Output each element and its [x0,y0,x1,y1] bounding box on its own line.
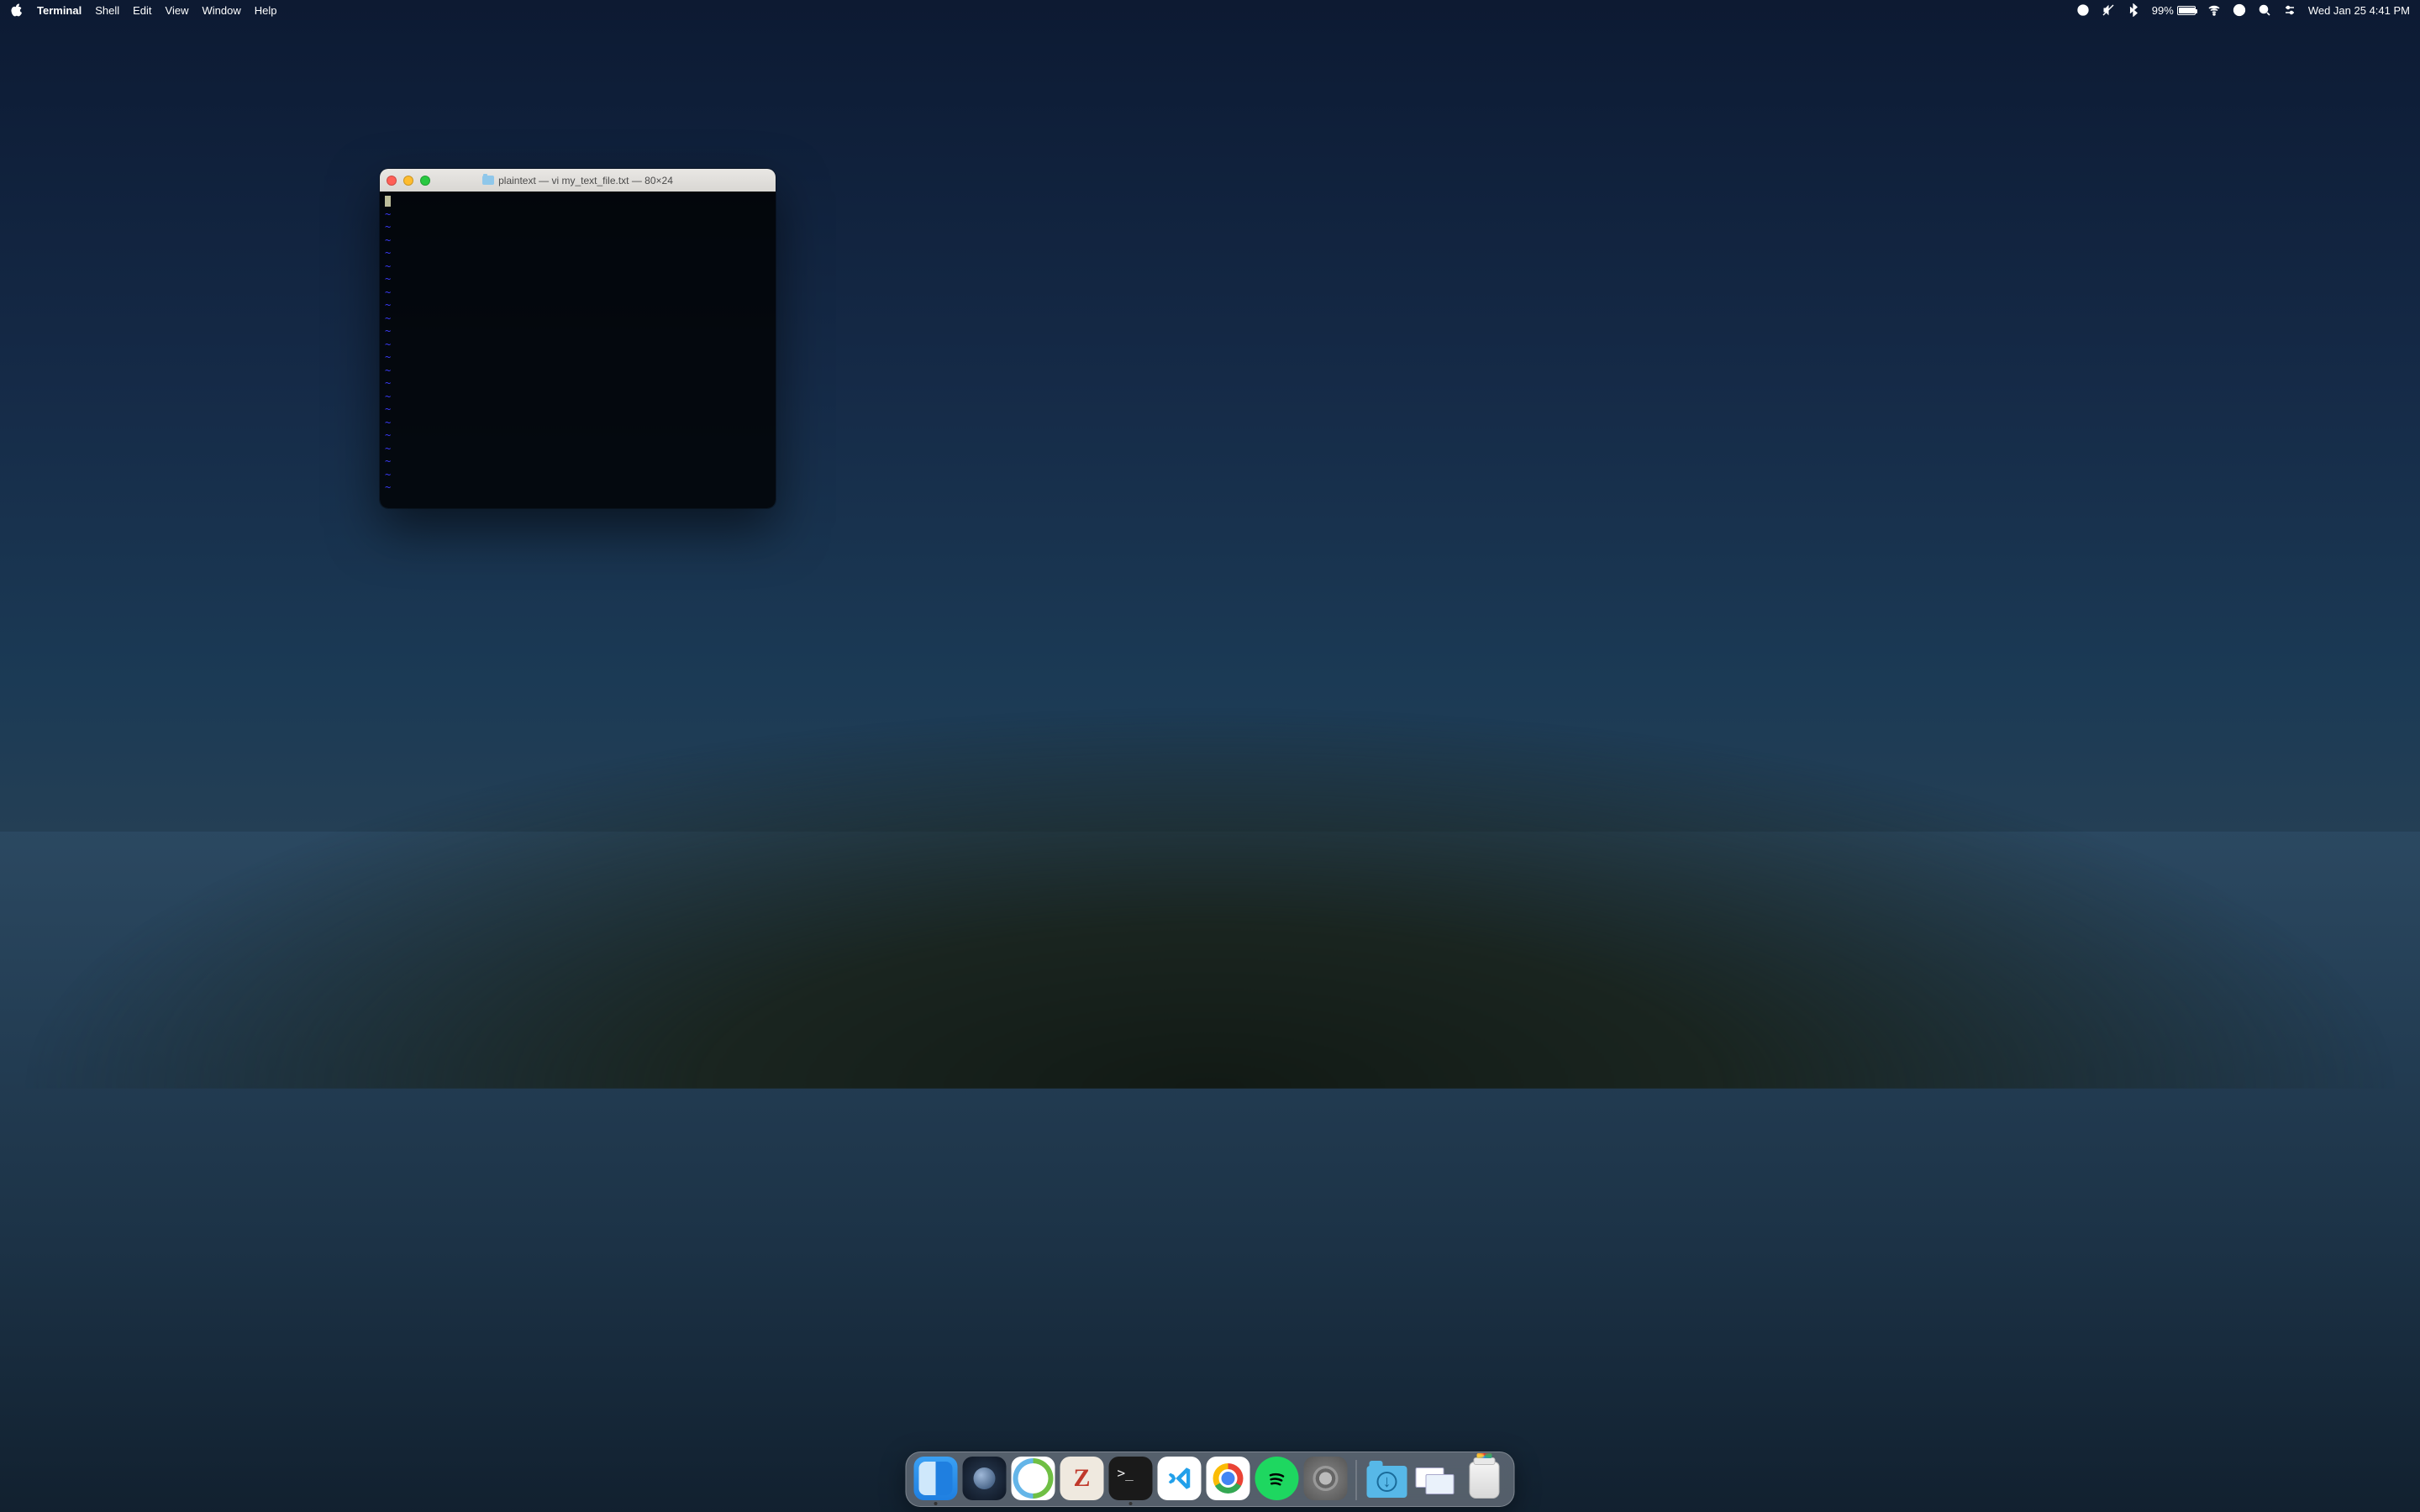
dock-recent-stack-icon[interactable] [1414,1457,1458,1500]
dock-downloads-folder-icon[interactable] [1365,1457,1409,1500]
terminal-title: plaintext — vi my_text_file.txt — 80×24 [380,175,776,186]
wallpaper-mountain [0,408,2420,1089]
vi-tilde-line: ~ [385,312,771,326]
vi-tilde-line: ~ [385,481,771,495]
vi-tilde-line: ~ [385,417,771,430]
bluetooth-icon[interactable] [2127,3,2140,17]
vi-tilde-line: ~ [385,273,771,286]
vi-tilde-line: ~ [385,391,771,404]
window-close-button[interactable] [387,176,397,186]
vi-tilde-line: ~ [385,455,771,469]
vi-tilde-line: ~ [385,234,771,248]
dock-separator [1356,1460,1357,1500]
vi-tilde-line: ~ [385,365,771,378]
spotlight-search-icon[interactable] [2258,3,2271,17]
control-center-icon[interactable] [2283,3,2296,17]
menu-edit[interactable]: Edit [133,4,151,17]
window-zoom-button[interactable] [420,176,430,186]
dock: Z [906,1452,1515,1507]
vi-tilde-line: ~ [385,299,771,312]
vi-tilde-line: ~ [385,403,771,417]
vi-empty-lines: ~~~~~~~~~~~~~~~~~~~~~~ [385,208,771,495]
vi-cursor [385,196,391,207]
sync-status-icon[interactable] [2076,3,2090,17]
terminal-window[interactable]: plaintext — vi my_text_file.txt — 80×24 … [380,169,776,508]
menubar: Terminal Shell Edit View Window Help 99% [0,0,2420,20]
vi-tilde-line: ~ [385,429,771,443]
user-icon[interactable] [2233,3,2246,17]
vi-tilde-line: ~ [385,325,771,339]
dock-vscode-icon[interactable] [1158,1457,1202,1500]
vi-tilde-line: ~ [385,260,771,274]
dock-system-preferences-icon[interactable] [1304,1457,1348,1500]
dock-finder-icon[interactable] [914,1457,958,1500]
dock-container: Z [906,1452,1515,1507]
vi-tilde-line: ~ [385,208,771,222]
menu-window[interactable]: Window [203,4,241,17]
dock-chrome-icon[interactable] [1207,1457,1250,1500]
vi-tilde-line: ~ [385,469,771,482]
vi-tilde-line: ~ [385,351,771,365]
menubar-left: Terminal Shell Edit View Window Help [10,3,277,17]
dock-spotify-icon[interactable] [1255,1457,1299,1500]
vi-tilde-line: ~ [385,377,771,391]
dock-terminal-icon[interactable] [1109,1457,1153,1500]
folder-proxy-icon [482,176,494,185]
volume-muted-icon[interactable] [2102,3,2115,17]
vi-tilde-line: ~ [385,286,771,300]
terminal-title-text: plaintext — vi my_text_file.txt — 80×24 [498,175,673,186]
menu-shell[interactable]: Shell [95,4,119,17]
terminal-titlebar[interactable]: plaintext — vi my_text_file.txt — 80×24 [380,169,776,192]
wifi-icon[interactable] [2207,3,2221,17]
terminal-viewport[interactable]: ~~~~~~~~~~~~~~~~~~~~~~ [380,192,776,508]
dock-zotero-icon[interactable]: Z [1060,1457,1104,1500]
vi-tilde-line: ~ [385,247,771,260]
battery-icon [2177,6,2196,15]
vi-tilde-line: ~ [385,443,771,456]
menubar-clock[interactable]: Wed Jan 25 4:41 PM [2308,4,2410,17]
battery-status[interactable]: 99% [2152,4,2196,17]
dock-trash-icon[interactable] [1463,1457,1507,1500]
menu-app-name[interactable]: Terminal [37,4,82,17]
window-minimize-button[interactable] [403,176,413,186]
vi-line-1 [385,195,771,208]
dock-quicktime-icon[interactable] [963,1457,1007,1500]
vi-tilde-line: ~ [385,339,771,352]
menu-help[interactable]: Help [255,4,277,17]
menubar-right: 99% Wed Jan 25 4:41 PM [2076,3,2410,17]
dock-cisco-anyconnect-icon[interactable] [1012,1457,1055,1500]
apple-menu-icon[interactable] [10,3,24,17]
battery-percent-label: 99% [2152,4,2174,17]
vi-tilde-line: ~ [385,221,771,234]
window-traffic-lights [387,176,430,186]
menu-view[interactable]: View [166,4,189,17]
